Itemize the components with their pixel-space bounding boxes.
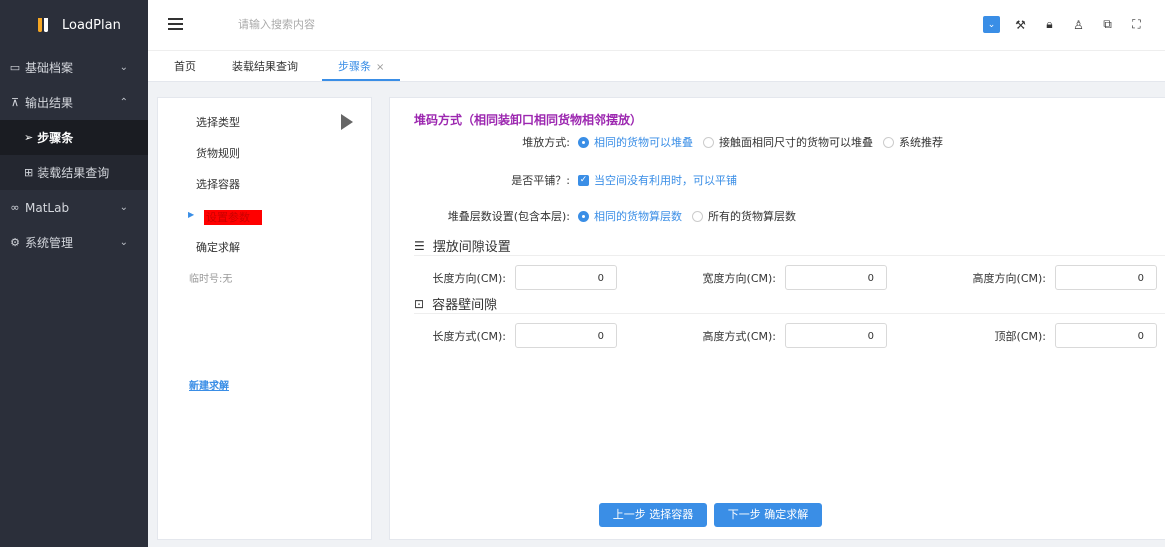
sidebar-item-label: 步骤条 [37,131,74,145]
gap-height-input[interactable]: 0 [1055,265,1157,290]
sidebar-item-matlab[interactable]: ∞ MatLab ⌄ [0,190,148,225]
chevron-down-icon: ⌄ [119,202,128,213]
top-header: ⌄ ⚒ 🔒︎ ♙ ⧉ ⛶ [148,0,1165,50]
radio-stack-same[interactable]: 相同的货物可以堆叠 [578,134,693,150]
lock-icon[interactable]: 🔒︎ [1041,16,1058,33]
tool-icon[interactable]: ⚒ [1012,16,1029,33]
wall-height-label: 高度方式(CM): [702,330,776,343]
translate-icon[interactable]: ⧉ [1099,16,1116,33]
app-name: LoadPlan [62,17,121,33]
prev-step-button[interactable]: 上一步 选择容器 [599,503,707,527]
close-icon[interactable]: × [376,62,384,73]
checkbox-label: 当空间没有利用时，可以平铺 [594,174,737,187]
sidebar-item-label: 基础档案 [25,61,74,75]
tab-load-query[interactable]: 装载结果查询 [212,51,314,81]
id-card-icon: ▭ [9,61,21,74]
steps-panel: 选择类型 货物规则 选择容器 ▶ 设置参数 确定求解 临时号:无 新建求解 [157,97,372,540]
gap-section-header: ☰ 摆放间隙设置 [414,236,511,256]
wall-length-label: 长度方式(CM): [432,330,506,343]
step-cargo-rules[interactable]: 货物规则 [196,145,240,161]
radio-label: 接触面相同尺寸的货物可以堆叠 [719,136,873,149]
logo-icon [38,16,52,34]
wall-length-input[interactable]: 0 [515,323,617,348]
radio-label: 系统推荐 [899,136,943,149]
table-icon: ⊞ [24,166,34,179]
sidebar-item-steps[interactable]: ➢ 步骤条 [0,120,148,155]
tab-steps[interactable]: 步骤条 × [322,51,401,81]
temp-number: 临时号:无 [189,274,233,285]
subsection-title: 摆放间隙设置 [432,240,511,255]
tab-label: 装载结果查询 [232,60,298,73]
gap-width-label: 宽度方向(CM): [702,272,776,285]
wall-top-input[interactable]: 0 [1055,323,1157,348]
chevron-down-icon: ⌄ [119,62,128,73]
settings-panel: 堆码方式（相同装卸口相同货物相邻摆放） 堆放方式: 相同的货物可以堆叠 接触面相… [389,97,1165,540]
section-title: 堆码方式（相同装卸口相同货物相邻摆放） [414,113,643,127]
tab-label: 步骤条 [338,60,371,73]
tab-bar: 首页 装载结果查询 步骤条 × [148,50,1165,82]
shirt-icon[interactable]: ♙ [1070,16,1087,33]
wall-section-header: ⊡ 容器壁间隙 [414,294,498,314]
step-select-type[interactable]: 选择类型 [196,114,240,130]
header-toolbar: ⌄ ⚒ 🔒︎ ♙ ⧉ ⛶ [983,16,1145,33]
search-input[interactable] [238,18,438,31]
step-confirm-solve[interactable]: 确定求解 [196,239,240,255]
next-step-button[interactable]: 下一步 确定求解 [714,503,822,527]
send-icon: ➢ [24,131,34,144]
current-step-marker-icon: ▶ [188,210,195,219]
step-select-container[interactable]: 选择容器 [196,176,240,192]
infinity-icon: ∞ [10,201,20,214]
hamburger-menu-icon[interactable] [168,18,183,30]
flat-label: 是否平铺？: [511,174,570,187]
stack-mode-label: 堆放方式: [522,136,570,149]
sidebar-item-label: 装载结果查询 [37,166,110,180]
sidebar: LoadPlan ▭ 基础档案 ⌄ ⊼ 输出结果 ⌃ ➢ 步骤条 ⊞ 装载结果查… [0,0,148,547]
wall-top-label: 顶部(CM): [994,330,1046,343]
sidebar-item-output[interactable]: ⊼ 输出结果 ⌃ [0,85,148,120]
sidebar-item-system[interactable]: ⚙ 系统管理 ⌄ [0,225,148,260]
radio-stack-contact[interactable]: 接触面相同尺寸的货物可以堆叠 [703,134,873,150]
sidebar-item-label: 输出结果 [25,96,74,110]
pin-icon: ⊼ [10,96,20,109]
gap-width-input[interactable]: 0 [785,265,887,290]
flat-checkbox[interactable]: ✓ 当空间没有利用时，可以平铺 [578,172,737,188]
sidebar-item-label: MatLab [25,200,70,215]
divider [414,313,1165,314]
gap-length-label: 长度方向(CM): [432,272,506,285]
radio-stack-system[interactable]: 系统推荐 [883,134,943,150]
sidebar-item-basic-archive[interactable]: ▭ 基础档案 ⌄ [0,50,148,85]
app-logo[interactable]: LoadPlan [0,0,148,50]
chevron-down-icon: ⌄ [119,237,128,248]
gap-height-label: 高度方向(CM): [972,272,1046,285]
chevron-up-icon: ⌃ [119,97,128,108]
radio-label: 所有的货物算层数 [708,210,796,223]
divider [414,255,1165,256]
tab-label: 首页 [174,60,196,73]
subsection-title: 容器壁间隙 [432,298,498,313]
radio-layers-same[interactable]: 相同的货物算层数 [578,208,682,224]
list-icon: ☰ [414,238,425,253]
gear-icon: ⚙ [10,236,20,249]
radio-layers-all[interactable]: 所有的货物算层数 [692,208,796,224]
step-set-params[interactable]: 设置参数 [204,210,262,225]
layers-label: 堆叠层数设置(包含本层): [447,210,570,223]
check-icon: ✓ [578,174,589,186]
fullscreen-icon[interactable]: ⛶ [1128,16,1145,33]
tab-home[interactable]: 首页 [148,51,212,81]
radio-label: 相同的货物算层数 [594,210,682,223]
box-icon: ⊡ [414,296,425,311]
radio-label: 相同的货物可以堆叠 [594,136,693,149]
sidebar-item-load-query[interactable]: ⊞ 装载结果查询 [0,155,148,190]
wall-height-input[interactable]: 0 [785,323,887,348]
new-solve-link[interactable]: 新建求解 [189,377,229,392]
sidebar-item-label: 系统管理 [25,236,74,250]
gap-length-input[interactable]: 0 [515,265,617,290]
dropdown-toggle-icon[interactable]: ⌄ [983,16,1000,33]
play-icon[interactable] [341,114,353,130]
